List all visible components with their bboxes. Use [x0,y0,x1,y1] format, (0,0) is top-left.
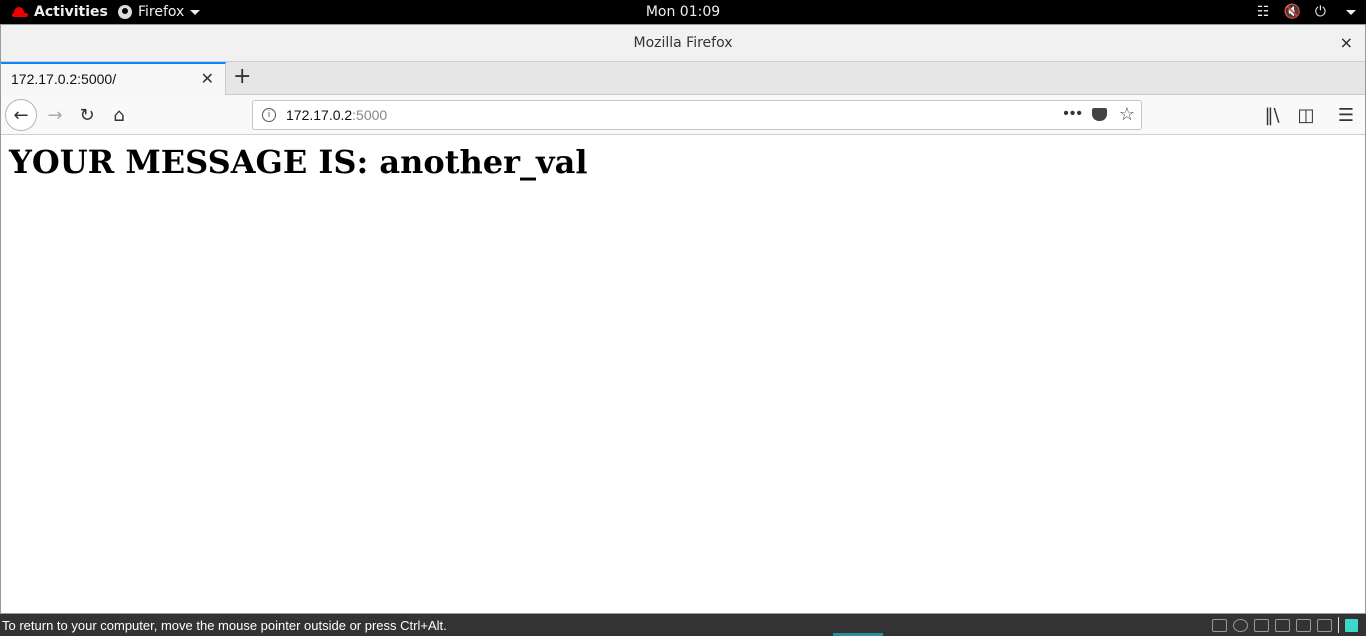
gnome-top-bar: Activities Firefox Mon 01:09 ☷ 🔇 ⏻ [0,0,1366,24]
window-titlebar: Mozilla Firefox × [1,25,1365,62]
printer-icon[interactable] [1275,618,1290,632]
display-icon[interactable] [1317,618,1332,632]
arrow-right-icon: → [47,104,63,126]
window-title: Mozilla Firefox [633,35,733,51]
close-window-button[interactable]: × [1340,25,1353,61]
hamburger-icon: ☰ [1337,104,1355,126]
power-icon: ⏻ [1314,4,1326,20]
home-button[interactable]: ⌂ [105,95,133,135]
separator [1338,617,1339,633]
status-message: To return to your computer, move the mou… [2,618,447,633]
reload-icon: ↻ [79,104,95,126]
network-icon: ☷ [1256,4,1270,20]
reload-button[interactable]: ↻ [73,95,101,135]
vm-status-bar: To return to your computer, move the mou… [0,614,1366,636]
sidebar-button[interactable]: ◫ [1293,95,1319,135]
vm-status-icons [1212,617,1358,633]
library-icon: ‖\ [1264,104,1280,126]
url-text[interactable]: 172.17.0.2:5000 [286,107,387,123]
back-button[interactable]: ← [5,99,37,131]
nav-toolbar: ← → ↻ ⌂ i 172.17.0.2:5000 ••• ☆ ‖\ ◫ ☰ [1,95,1365,135]
volume-muted-icon: 🔇 [1283,4,1301,20]
site-info-icon[interactable]: i [262,108,276,122]
sound-icon[interactable] [1296,618,1311,632]
bookmark-star-icon[interactable]: ☆ [1119,104,1135,125]
clock-label: Mon 01:09 [645,4,721,20]
page-content: YOUR MESSAGE IS: another_val [1,136,1365,613]
hard-disk-icon[interactable] [1212,618,1227,632]
page-actions-icon[interactable]: ••• [1063,105,1083,123]
optical-drive-icon[interactable] [1233,618,1248,632]
home-icon: ⌂ [113,104,125,126]
system-tray[interactable]: ☷ 🔇 ⏻ [1257,0,1356,24]
clock[interactable]: Mon 01:09 [0,0,1366,24]
firefox-window: Mozilla Firefox × 172.17.0.2:5000/ ✕ + ←… [0,24,1366,614]
url-port: :5000 [352,107,388,123]
tab-label: 172.17.0.2:5000/ [11,71,117,87]
chevron-down-icon [1346,9,1356,15]
message-icon[interactable] [1345,618,1358,632]
network-adapter-icon[interactable] [1254,618,1269,632]
library-button[interactable]: ‖\ [1259,95,1285,135]
sidebar-icon: ◫ [1297,104,1315,126]
message-heading: YOUR MESSAGE IS: another_val [9,143,588,181]
arrow-left-icon: ← [13,104,29,126]
pocket-icon[interactable] [1092,108,1107,121]
forward-button[interactable]: → [41,95,69,135]
close-tab-icon[interactable]: ✕ [201,69,214,88]
new-tab-button[interactable]: + [233,64,251,89]
hamburger-menu-button[interactable]: ☰ [1333,95,1359,135]
tab-active[interactable]: 172.17.0.2:5000/ ✕ [1,62,226,95]
url-host: 172.17.0.2 [286,107,353,123]
tab-strip: 172.17.0.2:5000/ ✕ + [1,62,1365,95]
url-bar[interactable]: i 172.17.0.2:5000 ••• ☆ [252,100,1142,130]
